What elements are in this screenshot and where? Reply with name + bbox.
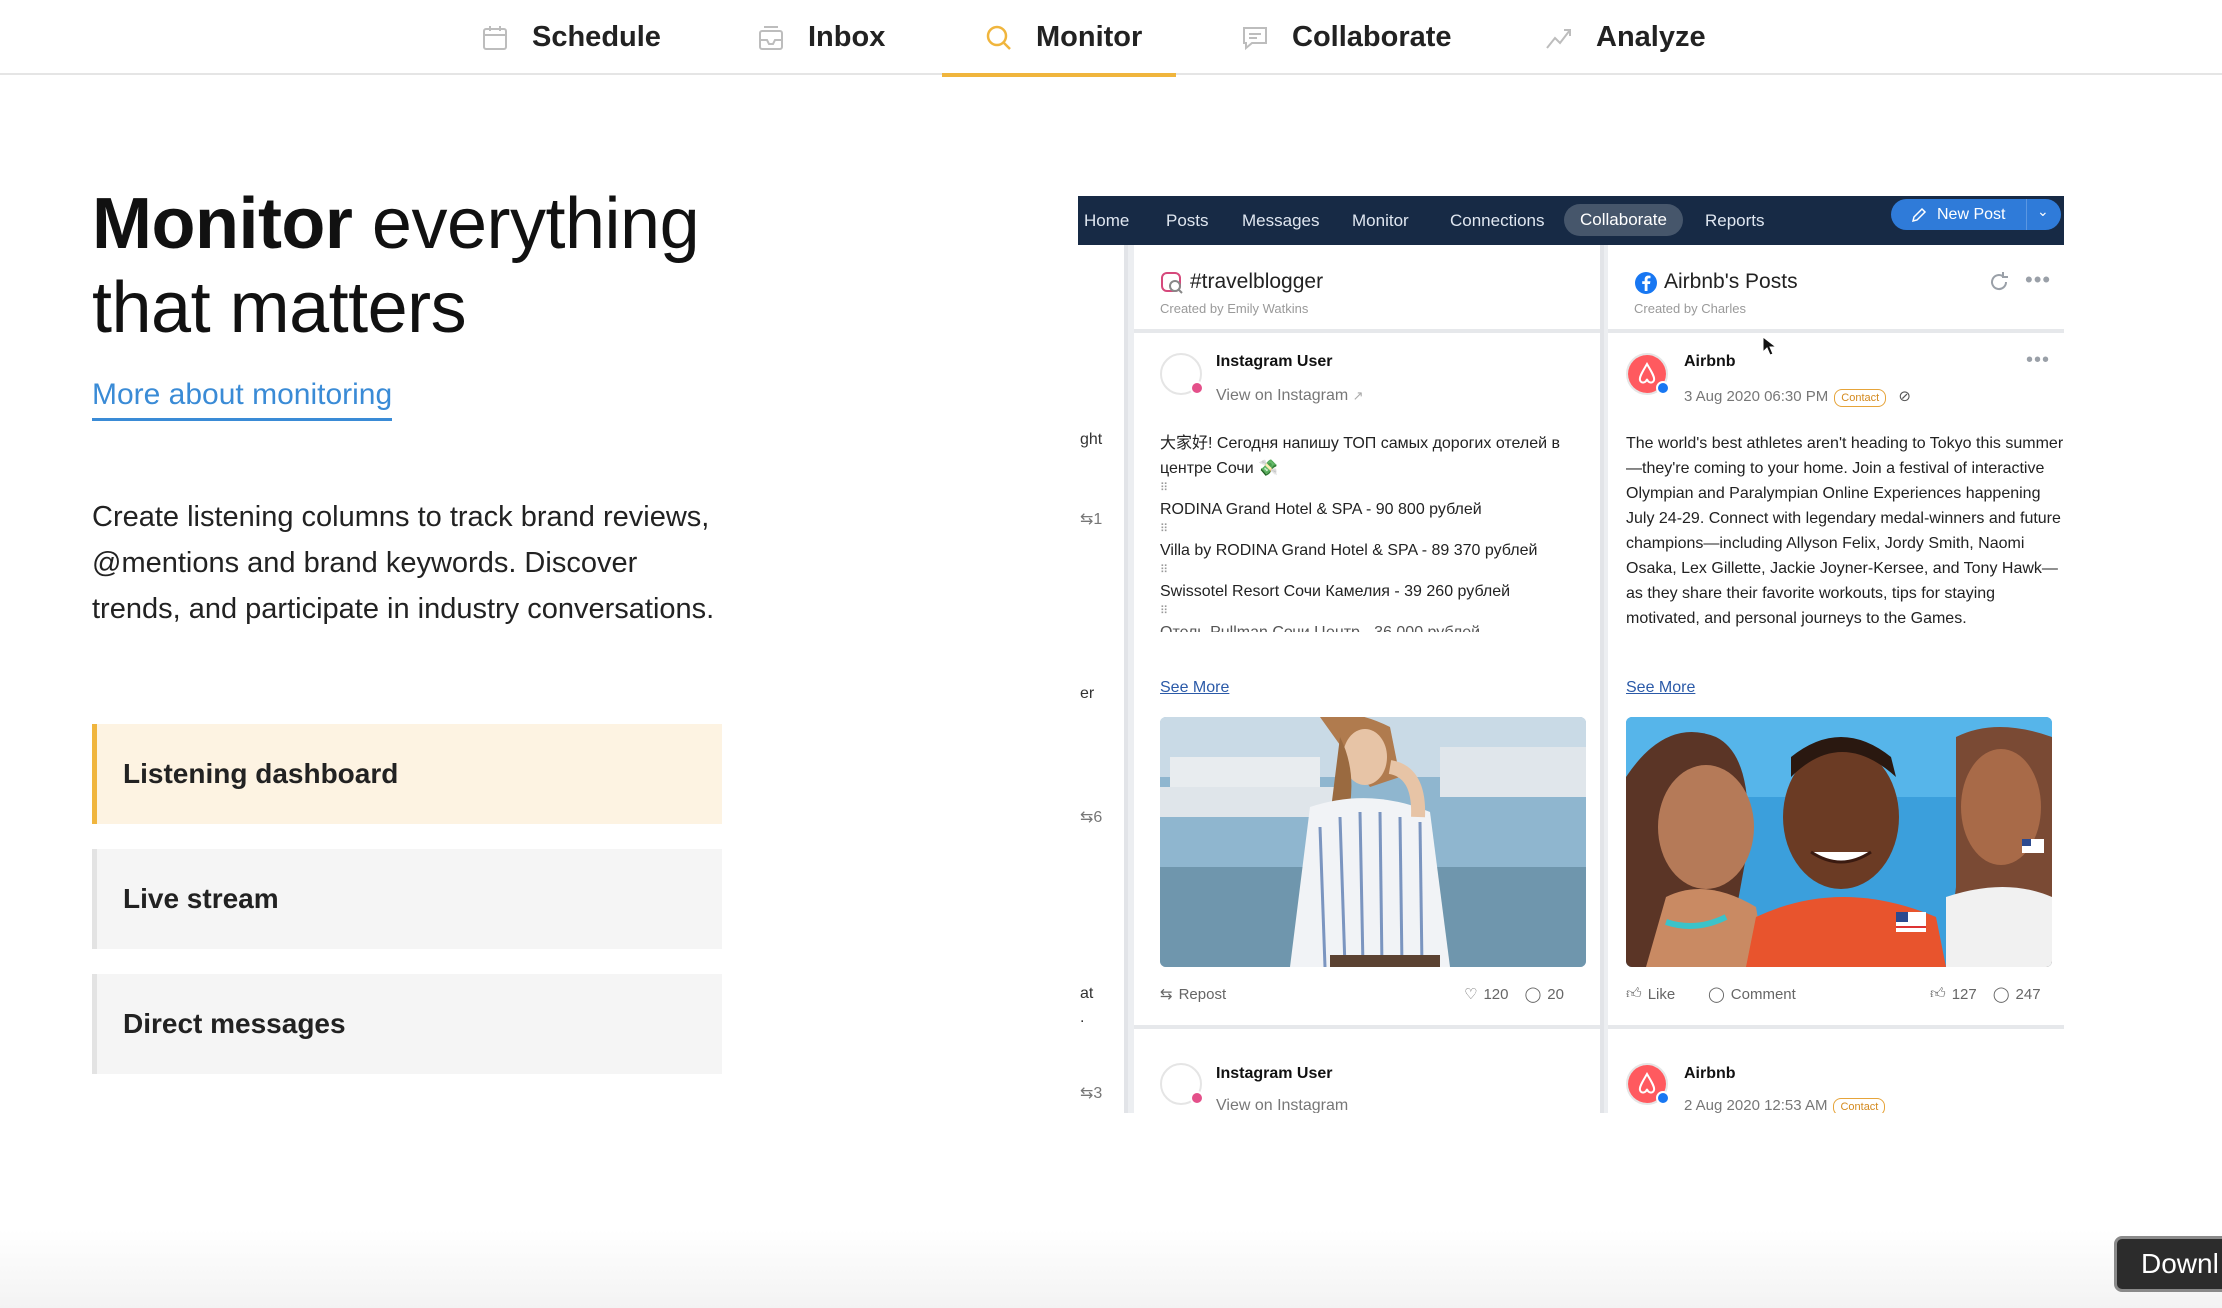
mouse-cursor-icon	[1762, 336, 1778, 356]
tab-analyze[interactable]: Analyze	[1544, 0, 1706, 75]
thumbs-up-icon: 👍︎	[1626, 985, 1642, 1002]
app-nav-monitor[interactable]: Monitor	[1352, 196, 1409, 245]
post-stats: ♡ 120 ◯ 20	[1464, 985, 1564, 1004]
app-navbar: Home Posts Messages Monitor Connections …	[1078, 196, 2064, 245]
title-bold: Monitor	[92, 184, 353, 264]
tab-collaborate[interactable]: Collaborate	[1240, 0, 1452, 75]
page-title: Monitor everything that matters	[92, 182, 700, 350]
post-author: Airbnb	[1684, 353, 1736, 370]
search-icon	[986, 25, 1011, 50]
calendar-icon	[483, 25, 507, 50]
refresh-icon[interactable]	[1988, 271, 2010, 293]
download-button[interactable]: Downl	[2114, 1236, 2222, 1292]
feature-direct-messages[interactable]: Direct messages	[92, 974, 722, 1074]
post-text: The world's best athletes aren't heading…	[1626, 435, 2064, 627]
column-title: #travelblogger	[1190, 270, 1324, 293]
more-options-icon[interactable]: •••	[2025, 267, 2051, 293]
description: Create listening columns to track brand …	[92, 501, 715, 625]
top-navigation: Schedule Inbox Monitor Collaborate Analy…	[0, 0, 2222, 77]
app-nav-messages[interactable]: Messages	[1242, 196, 1319, 245]
title-rest: everything	[352, 184, 700, 264]
tab-schedule[interactable]: Schedule	[480, 0, 661, 75]
airbnb-avatar	[1626, 353, 1670, 395]
post-author: Instagram User	[1216, 353, 1333, 370]
tab-label: Inbox	[808, 21, 886, 53]
instagram-search-icon	[1161, 272, 1183, 294]
avatar	[1160, 1063, 1204, 1105]
trend-icon	[1546, 28, 1571, 49]
app-nav-home[interactable]: Home	[1084, 196, 1129, 245]
listening-column-airbnb: Airbnb's Posts Created by Charles ••• Ai…	[1608, 245, 2064, 1113]
tab-monitor[interactable]: Monitor	[941, 0, 1177, 77]
thumbs-up-icon[interactable]: 👍︎	[1930, 985, 1946, 1003]
post-date: 2 Aug 2020 12:53 AM Contact	[1684, 1097, 1886, 1113]
feature-live-stream[interactable]: Live stream	[92, 849, 722, 949]
column-subtitle: Created by Charles	[1634, 301, 1746, 316]
repost-icon: ⇆	[1160, 986, 1173, 1003]
repost-button[interactable]: ⇆ Repost	[1160, 985, 1226, 1004]
tab-label: Analyze	[1596, 21, 1706, 53]
new-post-button[interactable]: New Post ⌄	[1891, 199, 2061, 230]
app-nav-posts[interactable]: Posts	[1166, 196, 1209, 245]
listening-column-travelblogger: #travelblogger Created by Emily Watkins …	[1134, 245, 1604, 1113]
view-on-instagram-link[interactable]: View on Instagram ↗	[1216, 387, 1364, 405]
post-stats: 👍︎ 127 ◯ 247	[1930, 985, 2041, 1003]
fragment-text: er	[1080, 685, 1095, 702]
app-nav-reports[interactable]: Reports	[1705, 196, 1765, 245]
post-author: Instagram User	[1216, 1065, 1333, 1082]
tag-icon[interactable]: ⊘	[1898, 388, 1911, 405]
new-post-label: New Post	[1937, 205, 2006, 223]
fragment-count: ⇆3	[1080, 1085, 1103, 1102]
post-author: Airbnb	[1684, 1065, 1736, 1082]
see-more-link[interactable]: See More	[1160, 679, 1229, 697]
column-header: Airbnb's Posts Created by Charles •••	[1608, 245, 2064, 333]
post-image	[1160, 717, 1586, 967]
app-nav-collaborate[interactable]: Collaborate	[1564, 204, 1683, 236]
title-line2: that matters	[92, 268, 467, 348]
airbnb-avatar	[1626, 1063, 1670, 1105]
tab-inbox[interactable]: Inbox	[756, 0, 885, 75]
column-subtitle: Created by Emily Watkins	[1160, 301, 1309, 316]
feature-listening-dashboard[interactable]: Listening dashboard	[92, 724, 722, 824]
post-options-icon[interactable]: •••	[2026, 349, 2050, 372]
partial-column: ght ⇆1 er ⇆6 at . ⇆3	[1078, 245, 1128, 1113]
comment-icon: ◯	[1708, 986, 1725, 1003]
chevron-down-icon[interactable]: ⌄	[2037, 203, 2049, 220]
view-on-instagram-link[interactable]: View on Instagram	[1216, 1097, 1348, 1113]
more-about-monitoring-link[interactable]: More about monitoring	[92, 378, 393, 421]
avatar	[1160, 353, 1204, 395]
fragment-text: .	[1080, 1009, 1085, 1026]
inbox-icon	[759, 25, 783, 50]
comment-icon[interactable]: ◯	[1993, 985, 2010, 1003]
post-date: 3 Aug 2020 06:30 PM Contact ⊘	[1684, 388, 1911, 407]
chat-icon	[1243, 26, 1267, 50]
fragment-text: at	[1080, 985, 1094, 1002]
like-button[interactable]: 👍︎ Like	[1626, 985, 1675, 1003]
tab-label: Collaborate	[1292, 21, 1452, 53]
fragment-count: ⇆6	[1080, 809, 1103, 826]
see-more-link[interactable]: See More	[1626, 679, 1695, 697]
tab-label: Monitor	[1036, 21, 1143, 53]
tab-label: Schedule	[532, 21, 661, 53]
product-screenshot: Home Posts Messages Monitor Connections …	[1078, 196, 2064, 1113]
facebook-icon	[1635, 272, 1657, 294]
contact-badge[interactable]: Contact	[1834, 389, 1887, 407]
post-image	[1626, 717, 2052, 967]
app-nav-connections[interactable]: Connections	[1450, 196, 1545, 245]
page-footer-band	[0, 1230, 2222, 1308]
heart-icon[interactable]: ♡	[1464, 985, 1477, 1003]
comment-icon[interactable]: ◯	[1524, 985, 1541, 1003]
post-text: 大家好! Сегодня напишу ТОП самых дорогих от…	[1160, 435, 1560, 632]
fragment-text: ght	[1080, 431, 1103, 448]
column-header: #travelblogger Created by Emily Watkins	[1134, 245, 1600, 333]
comment-button[interactable]: ◯ Comment	[1708, 985, 1796, 1004]
external-link-icon: ↗	[1352, 388, 1364, 403]
column-title: Airbnb's Posts	[1664, 270, 1798, 293]
pencil-icon	[1911, 207, 1927, 222]
fragment-count: ⇆1	[1080, 511, 1103, 528]
